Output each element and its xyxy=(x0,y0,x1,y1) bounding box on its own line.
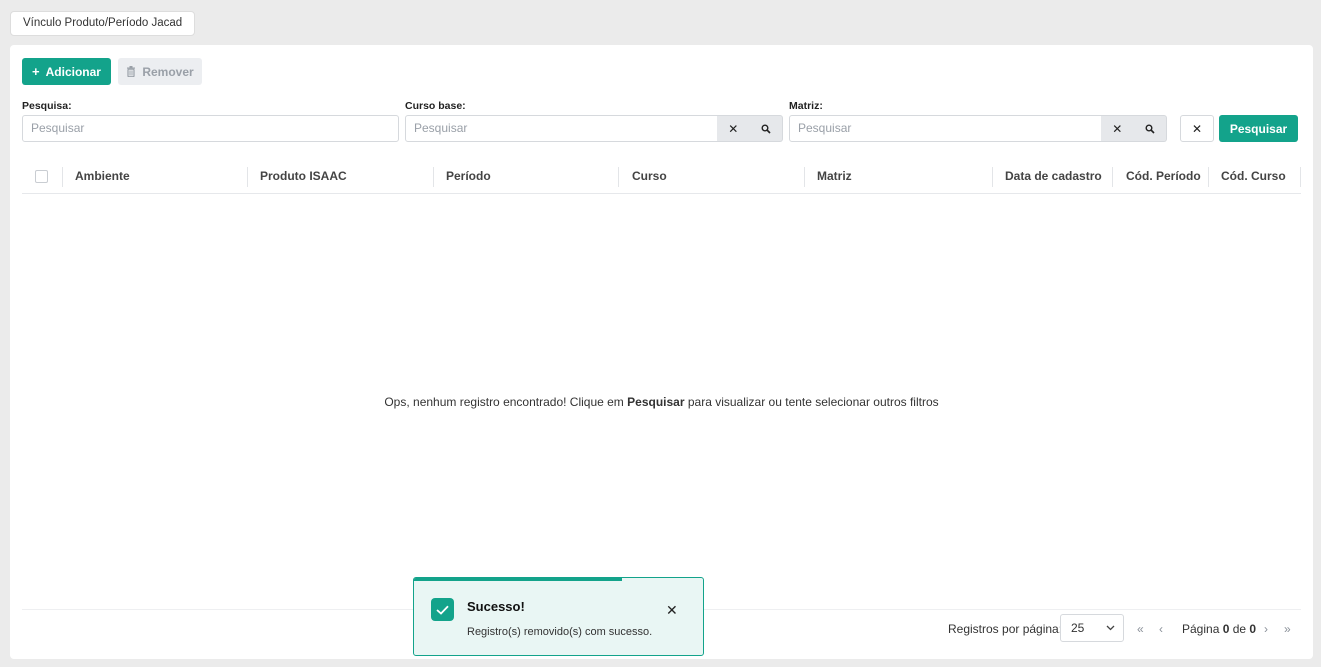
page-of: de xyxy=(1229,622,1250,636)
per-page-select[interactable]: 25 xyxy=(1060,614,1124,642)
column-header-ambiente[interactable]: Ambiente xyxy=(75,163,130,193)
remove-button[interactable]: Remover xyxy=(118,58,202,85)
column-header-produto-isaac[interactable]: Produto ISAAC xyxy=(260,163,347,193)
column-separator xyxy=(618,167,619,187)
add-button-label: Adicionar xyxy=(45,64,101,79)
toast-progress-bar xyxy=(414,578,623,581)
next-page-icon[interactable]: › xyxy=(1264,622,1268,636)
matriz-clear-icon[interactable]: ✕ xyxy=(1108,122,1126,136)
column-separator xyxy=(1208,167,1209,187)
success-toast: Sucesso! Registro(s) removido(s) com suc… xyxy=(413,577,704,656)
column-separator xyxy=(433,167,434,187)
last-page-icon[interactable]: » xyxy=(1284,622,1291,636)
per-page-label: Registros por página: xyxy=(948,622,1063,636)
page-indicator: Página 0 de 0 xyxy=(1182,622,1256,636)
toast-message: Registro(s) removido(s) com sucesso. xyxy=(467,626,653,638)
empty-state-prefix: Ops, nenhum registro encontrado! Clique … xyxy=(384,395,628,409)
column-separator xyxy=(247,167,248,187)
column-header-periodo[interactable]: Período xyxy=(446,163,491,193)
check-icon xyxy=(431,598,454,621)
curso-base-input[interactable]: Pesquisar xyxy=(405,115,718,142)
column-separator xyxy=(804,167,805,187)
search-input[interactable]: Pesquisar xyxy=(22,115,399,142)
per-page-value: 25 xyxy=(1071,621,1085,635)
matriz-addon: ✕ xyxy=(1101,115,1167,142)
first-page-icon[interactable]: « xyxy=(1137,622,1144,636)
remove-button-label: Remover xyxy=(142,64,194,79)
main-panel: + Adicionar Remover Pesquisa: Pesquisar … xyxy=(10,45,1313,659)
toast-title: Sucesso! xyxy=(467,599,525,614)
curso-base-search-icon[interactable] xyxy=(757,124,775,134)
page-prefix: Página xyxy=(1182,622,1223,636)
close-icon: ✕ xyxy=(1191,121,1203,136)
total-pages: 0 xyxy=(1249,622,1257,636)
prev-page-icon[interactable]: ‹ xyxy=(1159,622,1163,636)
matriz-label: Matriz: xyxy=(789,100,823,112)
column-separator xyxy=(1300,167,1301,187)
add-button[interactable]: + Adicionar xyxy=(22,58,111,85)
column-header-curso[interactable]: Curso xyxy=(632,163,667,193)
curso-base-label: Curso base: xyxy=(405,100,466,112)
trash-icon xyxy=(127,66,136,77)
column-header-data-cadastro[interactable]: Data de cadastro xyxy=(1005,163,1102,193)
toast-close-icon[interactable]: ✕ xyxy=(666,602,678,619)
matriz-input[interactable]: Pesquisar xyxy=(789,115,1102,142)
select-all-checkbox[interactable] xyxy=(35,170,48,183)
curso-base-addon: ✕ xyxy=(717,115,783,142)
clear-filters-button[interactable]: ✕ xyxy=(1180,115,1214,142)
column-header-cod-curso[interactable]: Cód. Curso xyxy=(1221,163,1286,193)
table-header: Ambiente Produto ISAAC Período Curso Mat… xyxy=(22,163,1301,194)
search-label: Pesquisa: xyxy=(22,100,72,112)
empty-state-message: Ops, nenhum registro encontrado! Clique … xyxy=(10,395,1313,409)
tab-vinculo-produto-periodo[interactable]: Vínculo Produto/Período Jacad xyxy=(10,11,196,36)
empty-state-suffix: para visualizar ou tente selecionar outr… xyxy=(684,395,939,409)
chevron-down-icon xyxy=(1106,625,1115,631)
column-separator xyxy=(992,167,993,187)
column-header-cod-periodo[interactable]: Cód. Período xyxy=(1126,163,1201,193)
empty-state-highlight: Pesquisar xyxy=(627,395,685,409)
search-button[interactable]: Pesquisar xyxy=(1219,115,1298,142)
column-separator xyxy=(62,167,63,187)
plus-icon: + xyxy=(32,64,40,79)
column-header-matriz[interactable]: Matriz xyxy=(817,163,852,193)
matriz-search-icon[interactable] xyxy=(1141,124,1159,134)
column-separator xyxy=(1112,167,1113,187)
curso-base-clear-icon[interactable]: ✕ xyxy=(724,122,742,136)
